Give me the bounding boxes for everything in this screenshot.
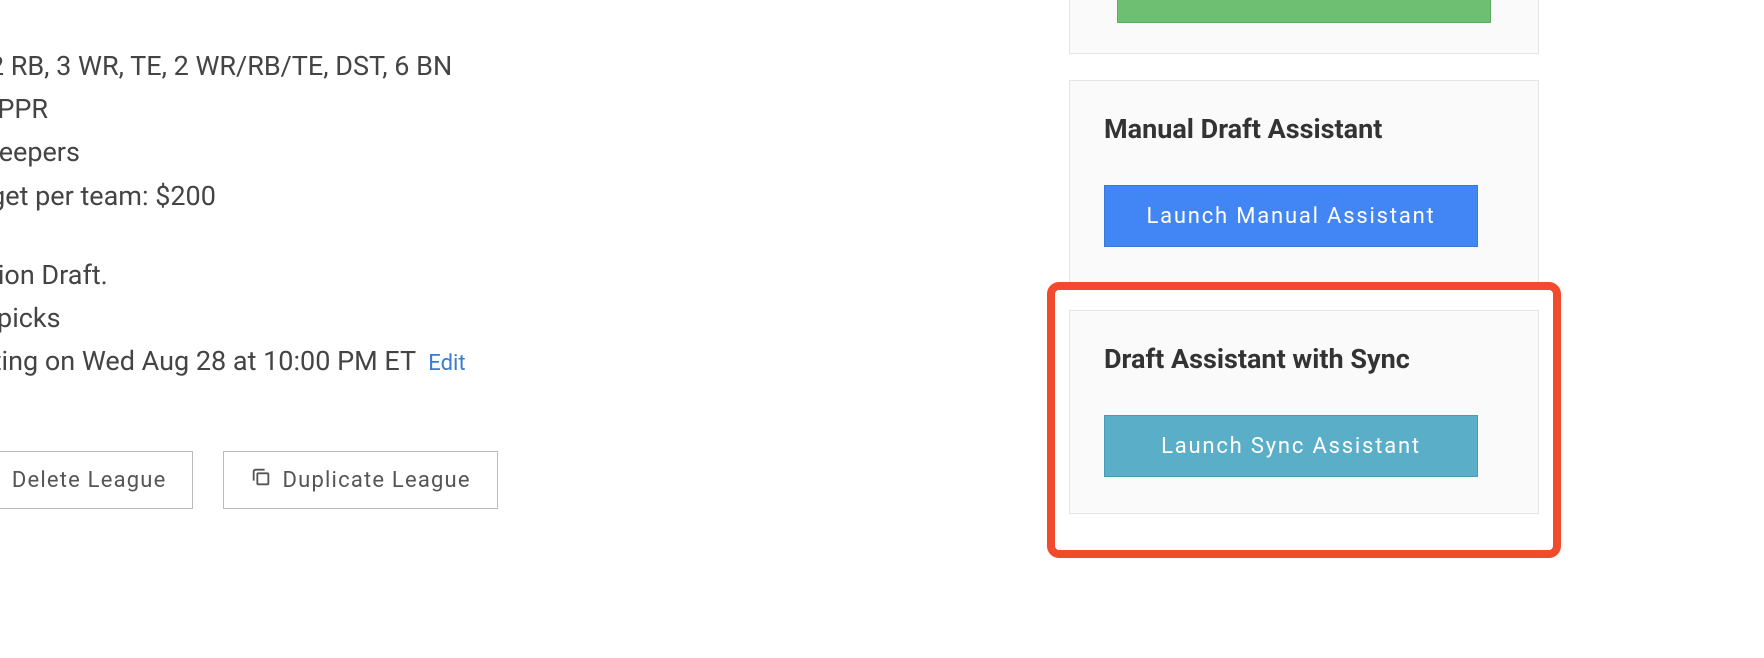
sync-assistant-card: Draft Assistant with Sync Launch Sync As…	[1069, 310, 1539, 514]
start-mock-draft-button[interactable]: Start a Mock Draft	[1117, 0, 1491, 23]
launch-sync-assistant-button[interactable]: Launch Sync Assistant	[1104, 415, 1478, 477]
mock-draft-card: Start a Mock Draft	[1069, 0, 1539, 54]
delete-league-label: Delete League	[12, 468, 167, 493]
sync-assistant-title: Draft Assistant with Sync	[1104, 343, 1504, 375]
league-details: B, 2 RB, 3 WR, TE, 2 WR/RB/TE, DST, 6 BN…	[0, 0, 980, 509]
action-button-row: hoo Delete League Duplicate League	[0, 451, 980, 509]
duplicate-league-label: Duplicate League	[282, 468, 470, 493]
manual-assistant-title: Manual Draft Assistant	[1104, 113, 1504, 145]
draft-time-text: rafting on Wed Aug 28 at 10:00 PM ET	[0, 345, 416, 377]
trash-icon	[0, 466, 2, 494]
edit-draft-time-link[interactable]: Edit	[428, 351, 465, 376]
start-mock-draft-label: Start a Mock Draft	[1199, 0, 1410, 5]
keepers-line: o Keepers	[0, 131, 980, 174]
sidebar: Start a Mock Draft Manual Draft Assistan…	[1069, 0, 1539, 540]
launch-manual-assistant-button[interactable]: Launch Manual Assistant	[1104, 185, 1478, 247]
scoring-line: alf PPR	[0, 88, 980, 131]
picks-line: 92 picks	[0, 297, 980, 340]
duplicate-league-button[interactable]: Duplicate League	[223, 451, 497, 509]
duplicate-icon	[250, 466, 272, 494]
manual-assistant-card: Manual Draft Assistant Launch Manual Ass…	[1069, 80, 1539, 284]
budget-line: udget per team: $200	[0, 175, 980, 218]
draft-time-line: rafting on Wed Aug 28 at 10:00 PM ET Edi…	[0, 340, 980, 383]
delete-league-button[interactable]: Delete League	[0, 451, 193, 509]
launch-manual-assistant-label: Launch Manual Assistant	[1146, 204, 1435, 229]
roster-line: B, 2 RB, 3 WR, TE, 2 WR/RB/TE, DST, 6 BN	[0, 45, 980, 88]
launch-sync-assistant-label: Launch Sync Assistant	[1161, 434, 1421, 459]
draft-type-line: uction Draft.	[0, 254, 980, 297]
